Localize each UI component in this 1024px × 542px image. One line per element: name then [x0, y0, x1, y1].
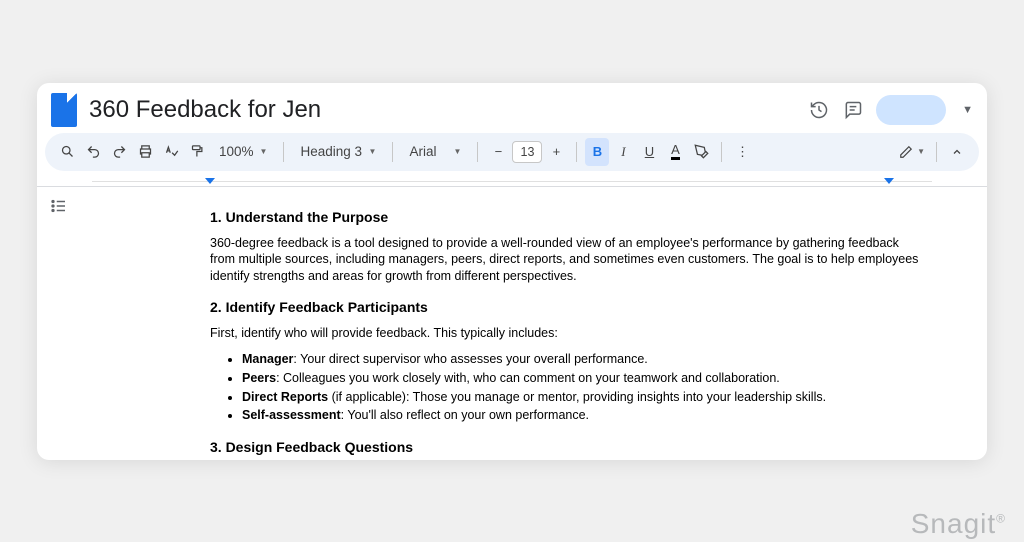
font-select[interactable]: Arial ▼ — [401, 144, 469, 159]
text-color-button[interactable]: A — [663, 138, 687, 166]
share-caret-icon[interactable]: ▼ — [962, 104, 973, 116]
heading: 2. Identify Feedback Participants — [210, 299, 927, 315]
zoom-value: 100% — [219, 144, 254, 159]
font-size-input[interactable]: 13 — [512, 141, 542, 163]
list-item: Direct Reports (if applicable): Those yo… — [242, 388, 927, 407]
caret-down-icon: ▼ — [917, 147, 925, 156]
spellcheck-icon[interactable] — [159, 138, 183, 166]
caret-down-icon: ▼ — [369, 147, 377, 156]
comment-icon[interactable] — [842, 99, 864, 121]
share-button[interactable] — [876, 95, 946, 125]
list-item: Self-assessment: You'll also reflect on … — [242, 406, 927, 425]
search-menu-icon[interactable] — [55, 138, 79, 166]
font-increase-button[interactable]: + — [544, 138, 568, 166]
highlight-button[interactable] — [689, 138, 713, 166]
paragraph: First, identify who will provide feedbac… — [210, 325, 927, 342]
heading: 3. Design Feedback Questions — [210, 439, 927, 455]
paragraph: 360-degree feedback is a tool designed t… — [210, 235, 927, 286]
docs-logo-icon[interactable] — [51, 93, 77, 127]
list-item: Peers: Colleagues you work closely with,… — [242, 369, 927, 388]
indent-marker-right-icon[interactable] — [884, 178, 894, 184]
redo-icon[interactable] — [107, 138, 131, 166]
document-title[interactable]: 360 Feedback for Jen — [89, 96, 796, 124]
caret-down-icon: ▼ — [454, 147, 462, 156]
document-page[interactable]: 1. Understand the Purpose 360-degree fee… — [82, 187, 987, 460]
bullet-list: Manager: Your direct supervisor who asse… — [210, 350, 927, 425]
outline-toggle-icon[interactable] — [50, 197, 70, 217]
snagit-watermark: Snagit® — [911, 508, 1006, 540]
italic-button[interactable]: I — [611, 138, 635, 166]
collapse-toolbar-icon[interactable] — [945, 138, 969, 166]
indent-marker-left-icon[interactable] — [205, 178, 215, 184]
caret-down-icon: ▼ — [260, 147, 268, 156]
history-icon[interactable] — [808, 99, 830, 121]
zoom-select[interactable]: 100% ▼ — [211, 144, 275, 159]
document-window: 360 Feedback for Jen ▼ 100% ▼ Heading 3 ▼ … — [37, 83, 987, 460]
font-value: Arial — [409, 144, 436, 159]
undo-icon[interactable] — [81, 138, 105, 166]
bold-button[interactable]: B — [585, 138, 609, 166]
style-select[interactable]: Heading 3 ▼ — [292, 144, 384, 159]
edit-mode-button[interactable]: ▼ — [896, 138, 928, 166]
header: 360 Feedback for Jen ▼ — [37, 83, 987, 133]
underline-button[interactable]: U — [637, 138, 661, 166]
paint-format-icon[interactable] — [185, 138, 209, 166]
toolbar: 100% ▼ Heading 3 ▼ Arial ▼ − 13 + B I U A ⋮… — [45, 133, 979, 171]
font-decrease-button[interactable]: − — [486, 138, 510, 166]
style-value: Heading 3 — [300, 144, 362, 159]
list-item: Manager: Your direct supervisor who asse… — [242, 350, 927, 369]
more-icon[interactable]: ⋮ — [730, 138, 754, 166]
ruler[interactable] — [37, 177, 987, 187]
print-icon[interactable] — [133, 138, 157, 166]
heading: 1. Understand the Purpose — [210, 209, 927, 225]
